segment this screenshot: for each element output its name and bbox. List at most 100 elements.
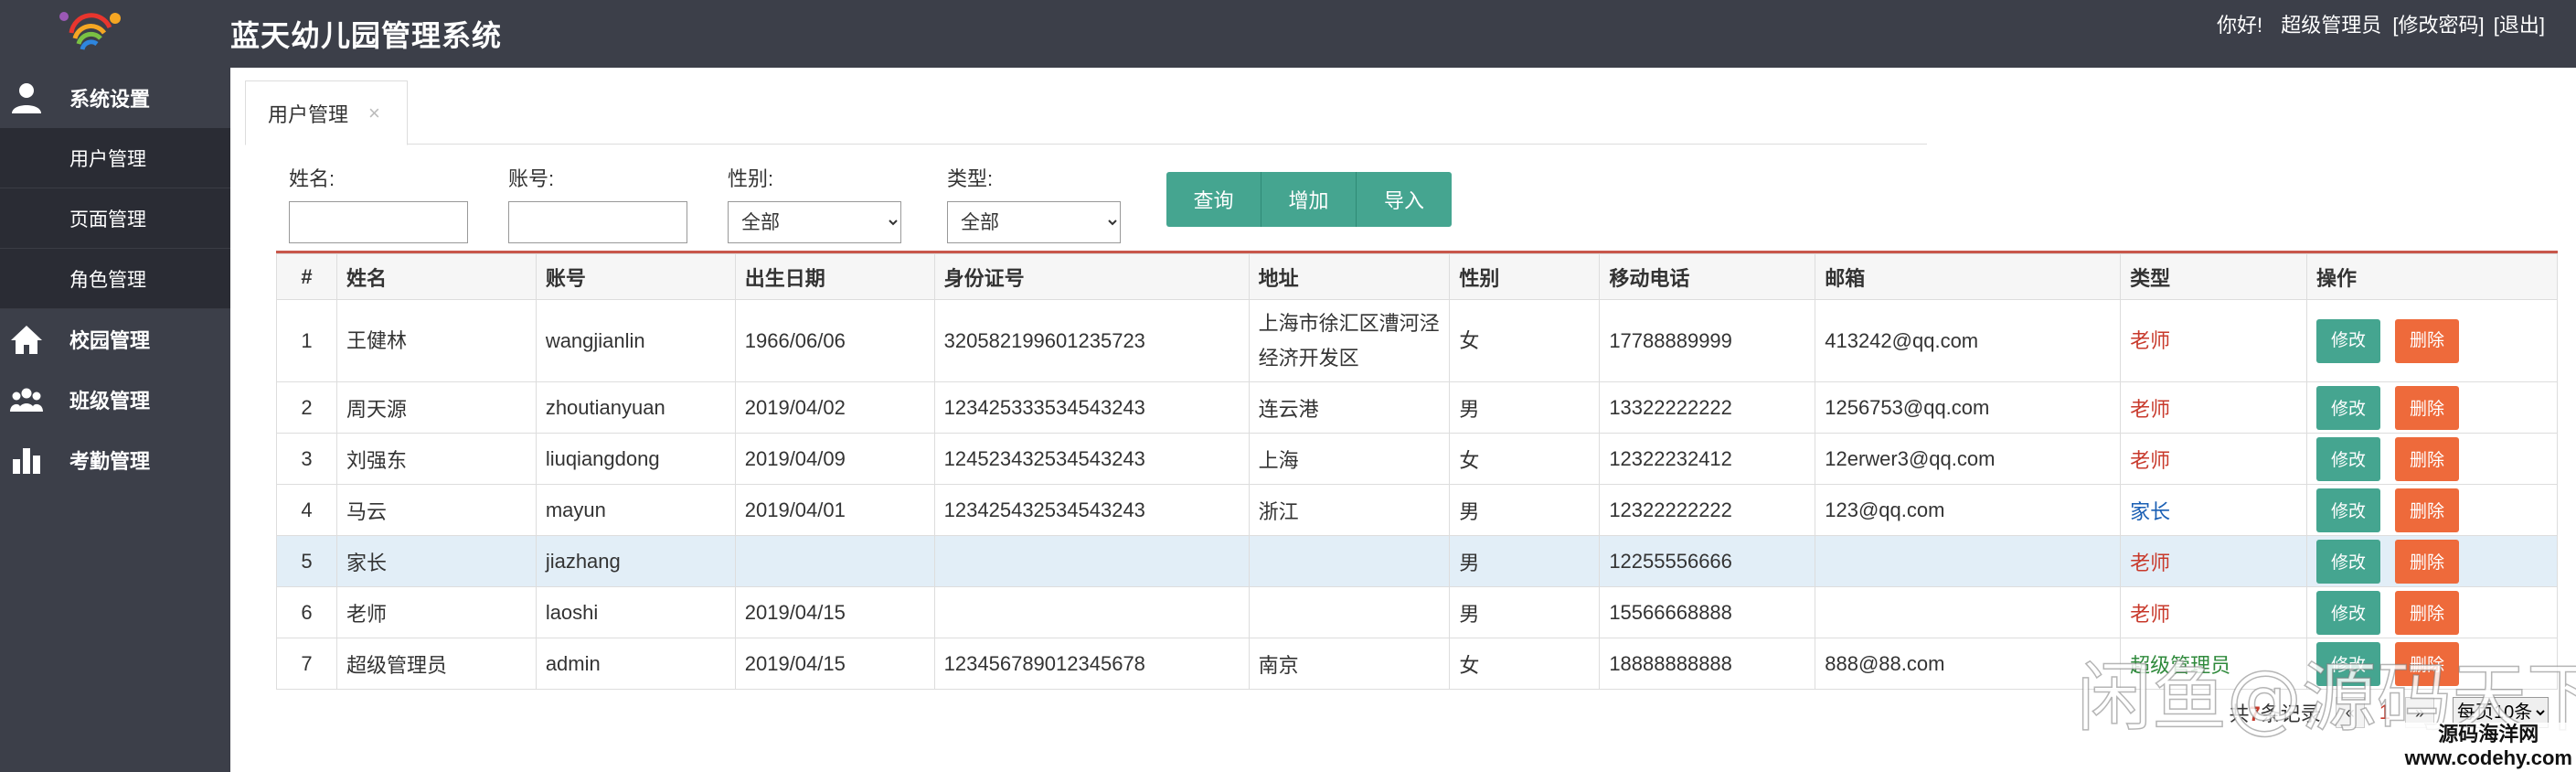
- cell-birth: 2019/04/15: [734, 638, 935, 690]
- cell-gender: 女: [1449, 638, 1601, 690]
- edit-button[interactable]: 修改: [2315, 436, 2380, 481]
- app-title: 蓝天幼儿园管理系统: [230, 19, 503, 52]
- query-button[interactable]: 查询: [1166, 172, 1261, 227]
- name-label: 姓名:: [289, 167, 335, 190]
- cell-type: 家长: [2120, 484, 2307, 536]
- site-watermark: 源码海洋网 www.codehy.com: [2404, 723, 2572, 770]
- sidebar-group-label: 校园管理: [69, 329, 151, 352]
- edit-button[interactable]: 修改: [2315, 318, 2380, 363]
- delete-button[interactable]: 删除: [2394, 436, 2459, 481]
- cell-account: zhoutianyuan: [535, 381, 736, 434]
- delete-button[interactable]: 删除: [2394, 488, 2459, 532]
- sidebar-group-label: 班级管理: [69, 390, 151, 413]
- cell-phone: 15566668888: [1599, 586, 1816, 638]
- cell-type: 老师: [2120, 299, 2307, 382]
- user-table-wrapper: # 姓名 账号 出生日期 身份证号 地址 性别 移动电话 邮箱 类型 操作 1 …: [276, 251, 2559, 690]
- cell-birth: 2019/04/02: [734, 381, 935, 434]
- sidebar-item-page-management[interactable]: 页面管理: [0, 188, 230, 249]
- gender-filter: 性别: 全部: [728, 163, 901, 243]
- cell-actions: 修改 删除: [2305, 586, 2559, 638]
- edit-button[interactable]: 修改: [2315, 539, 2380, 584]
- add-button[interactable]: 增加: [1261, 172, 1357, 227]
- column-header: 地址: [1248, 253, 1451, 300]
- column-header: 出生日期: [734, 253, 935, 300]
- cell-gender: 女: [1449, 299, 1601, 382]
- cell-address: 南京: [1248, 638, 1451, 690]
- row-number: 6: [276, 586, 337, 638]
- cell-birth: 1966/06/06: [734, 299, 935, 382]
- edit-button[interactable]: 修改: [2315, 488, 2380, 532]
- cell-account: wangjianlin: [535, 299, 736, 382]
- row-number: 4: [276, 484, 337, 536]
- cell-phone: 12255556666: [1599, 535, 1816, 587]
- column-header: 性别: [1449, 253, 1601, 300]
- delete-button[interactable]: 删除: [2394, 590, 2459, 635]
- tab-bar: 用户管理 ×: [245, 80, 1927, 145]
- cell-address: 连云港: [1248, 381, 1451, 434]
- cell-name: 超级管理员: [335, 638, 537, 690]
- table-row: 2 周天源 zhoutianyuan 2019/04/02 1234253335…: [276, 381, 2559, 434]
- greeting-text: 你好!: [2217, 14, 2263, 37]
- cell-address: 浙江: [1248, 484, 1451, 536]
- account-label: 账号:: [508, 167, 555, 190]
- cell-id-card: 124523432534543243: [933, 433, 1250, 485]
- cell-gender: 女: [1449, 433, 1601, 485]
- sidebar-group-campus-management[interactable]: 校园管理: [0, 309, 230, 370]
- sidebar-group-attendance-management[interactable]: 考勤管理: [0, 430, 230, 490]
- sidebar-item-user-management[interactable]: 用户管理: [0, 128, 230, 188]
- home-icon: [11, 326, 42, 354]
- cell-gender: 男: [1449, 381, 1601, 434]
- row-number: 7: [276, 638, 337, 690]
- cell-actions: 修改 删除: [2305, 484, 2559, 536]
- change-password-link[interactable]: [修改密码]: [2392, 14, 2484, 37]
- cell-actions: 修改 删除: [2305, 433, 2559, 485]
- cell-phone: 18888888888: [1599, 638, 1816, 690]
- name-filter: 姓名:: [289, 163, 468, 243]
- cell-name: 家长: [335, 535, 537, 587]
- name-input[interactable]: [289, 201, 468, 243]
- user-table: # 姓名 账号 出生日期 身份证号 地址 性别 移动电话 邮箱 类型 操作 1 …: [276, 253, 2559, 690]
- kindergarten-logo: [59, 12, 121, 50]
- cell-account: mayun: [535, 484, 736, 536]
- cell-name: 王健林: [335, 299, 537, 382]
- cell-email: [1815, 535, 2122, 587]
- cell-type: 老师: [2120, 433, 2307, 485]
- cell-email: 413242@qq.com: [1815, 299, 2122, 382]
- group-icon: [10, 388, 43, 412]
- cell-email: 888@88.com: [1815, 638, 2122, 690]
- sidebar-group-class-management[interactable]: 班级管理: [0, 370, 230, 430]
- cell-gender: 男: [1449, 484, 1601, 536]
- column-header: 操作: [2305, 253, 2559, 300]
- table-row: 4 马云 mayun 2019/04/01 123425432534543243…: [276, 484, 2559, 536]
- edit-button[interactable]: 修改: [2315, 385, 2380, 430]
- delete-button[interactable]: 删除: [2394, 318, 2459, 363]
- column-header: 身份证号: [933, 253, 1250, 300]
- bar-chart-icon: [13, 448, 40, 474]
- sidebar-group-system-settings[interactable]: 系统设置: [0, 68, 230, 128]
- gender-label: 性别:: [728, 167, 774, 190]
- delete-button[interactable]: 删除: [2394, 539, 2459, 584]
- column-header: 移动电话: [1599, 253, 1816, 300]
- tab-user-management[interactable]: 用户管理 ×: [245, 80, 408, 145]
- cell-birth: 2019/04/09: [734, 433, 935, 485]
- sidebar-item-role-management[interactable]: 角色管理: [0, 249, 230, 309]
- delete-button[interactable]: 删除: [2394, 385, 2459, 430]
- type-select[interactable]: 全部: [947, 201, 1121, 243]
- row-number: 5: [276, 535, 337, 587]
- close-icon[interactable]: ×: [368, 102, 380, 125]
- cell-email: 1256753@qq.com: [1815, 381, 2122, 434]
- edit-button[interactable]: 修改: [2315, 590, 2380, 635]
- cell-gender: 男: [1449, 535, 1601, 587]
- sidebar-submenu: 用户管理 页面管理 角色管理: [0, 128, 230, 309]
- top-header: 蓝天幼儿园管理系统 你好! 超级管理员 [修改密码] [退出]: [0, 0, 2576, 68]
- cell-account: laoshi: [535, 586, 736, 638]
- cell-birth: 2019/04/15: [734, 586, 935, 638]
- gender-select[interactable]: 全部: [728, 201, 901, 243]
- cell-address: 上海市徐汇区漕河泾经济开发区: [1248, 299, 1451, 382]
- main-content: 用户管理 × 姓名: 账号: 性别: 全部 类型: 全部 查询 增加 导入 # …: [230, 68, 2576, 772]
- logout-link[interactable]: [退出]: [2494, 14, 2545, 37]
- column-header: #: [276, 253, 337, 300]
- account-input[interactable]: [508, 201, 687, 243]
- cell-address: 上海: [1248, 433, 1451, 485]
- import-button[interactable]: 导入: [1357, 172, 1452, 227]
